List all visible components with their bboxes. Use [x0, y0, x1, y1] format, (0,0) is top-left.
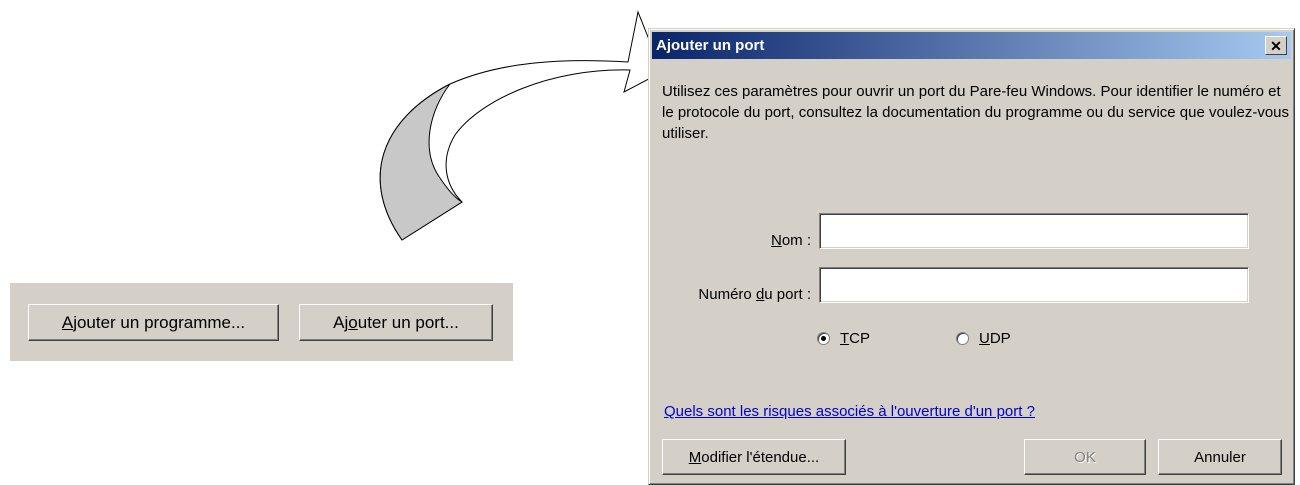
port-risks-link[interactable]: Quels sont les risques associés à l'ouve…: [664, 403, 1035, 420]
modify-scope-mnemonic: M: [688, 448, 702, 466]
add-program-mnemonic: A: [61, 312, 74, 332]
udp-label: UDP: [979, 330, 1011, 347]
port-label-pre: Numéro: [698, 286, 756, 303]
dialog-description: Utilisez ces paramètres pour ouvrir un p…: [662, 83, 1290, 142]
port-number-input[interactable]: [819, 267, 1249, 303]
port-number-label: Numéro du port :: [649, 286, 811, 303]
name-label: Nom :: [649, 232, 811, 249]
udp-radio-button[interactable]: [956, 332, 969, 345]
udp-label-rest: DP: [989, 330, 1011, 347]
close-icon: ✕: [1270, 37, 1282, 54]
port-label-rest: u port :: [764, 286, 811, 303]
radio-selected-dot: [821, 336, 826, 341]
add-port-dialog: Ajouter un port ✕ Utilisez ces paramètre…: [648, 28, 1295, 485]
add-port-mnemonic: o: [348, 312, 358, 332]
tcp-label: TCP: [840, 330, 870, 347]
ok-button[interactable]: OK: [1024, 439, 1146, 475]
modify-scope-button[interactable]: Modifier l'étendue...: [662, 439, 846, 475]
tcp-mnemonic: T: [840, 330, 850, 347]
add-port-label-pre: Aj: [333, 312, 349, 332]
name-label-rest: om :: [781, 232, 811, 249]
add-port-label-rest: uter un port...: [357, 312, 459, 332]
cancel-button[interactable]: Annuler: [1158, 439, 1282, 475]
modify-scope-label-rest: odifier l'étendue...: [701, 448, 820, 466]
dialog-title: Ajouter un port: [656, 37, 765, 54]
title-bar[interactable]: Ajouter un port ✕: [652, 32, 1291, 59]
close-button[interactable]: ✕: [1265, 36, 1287, 55]
udp-mnemonic: U: [979, 330, 990, 347]
add-program-label-rest: jouter un programme...: [73, 312, 246, 332]
tcp-radio-option[interactable]: TCP: [817, 330, 870, 347]
add-program-button[interactable]: Ajouter un programme...: [28, 304, 279, 341]
udp-radio-option[interactable]: UDP: [956, 330, 1011, 347]
add-port-button[interactable]: Aj o uter un port...: [299, 304, 493, 341]
tcp-label-rest: CP: [849, 330, 871, 347]
name-label-mnemonic: N: [770, 232, 782, 249]
button-strip: Ajouter un programme... Aj o uter un port.…: [10, 283, 513, 361]
name-input[interactable]: [819, 213, 1249, 249]
curved-arrow-graphic: [379, 10, 663, 241]
tcp-radio-button[interactable]: [817, 332, 830, 345]
